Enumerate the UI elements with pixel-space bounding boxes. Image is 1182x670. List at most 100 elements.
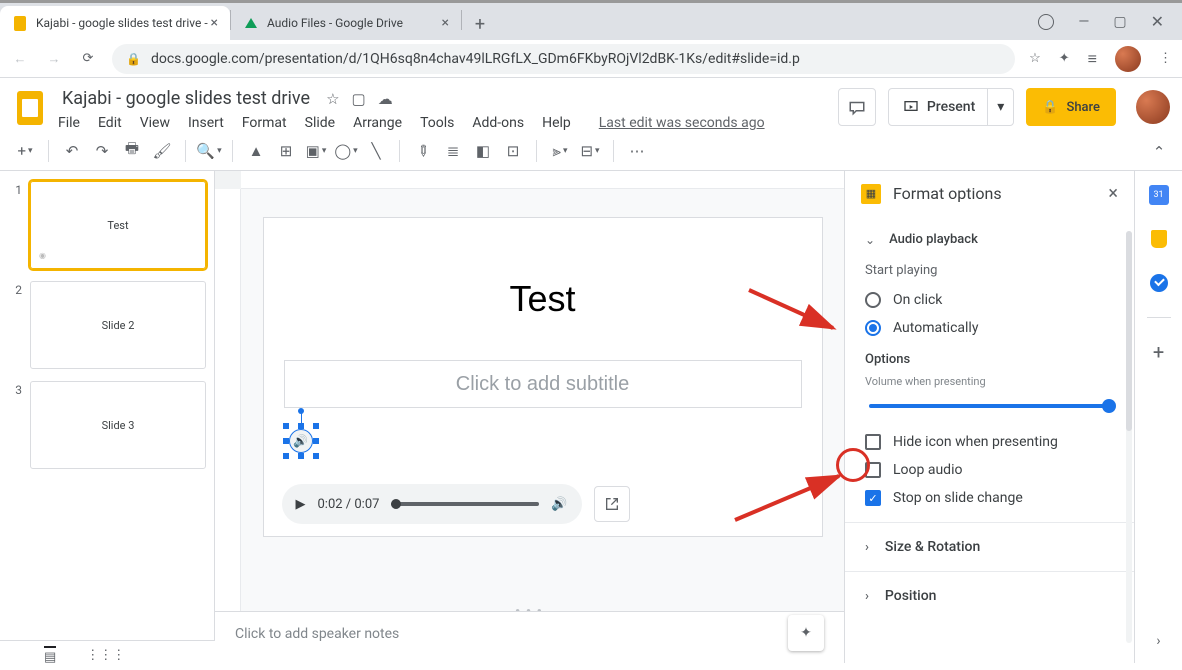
textbox-tool[interactable]: ⊞ [273, 138, 299, 164]
checkbox-icon [865, 462, 881, 478]
line-tool[interactable]: ╲ [363, 138, 389, 164]
horizontal-ruler[interactable] [241, 171, 844, 189]
profile-avatar[interactable] [1115, 46, 1141, 72]
more-tools[interactable]: ⋯ [624, 138, 650, 164]
slide-stage[interactable]: Test Click to add subtitle 🔊 ▶ 0:02 / 0:… [241, 189, 844, 611]
forward-icon[interactable]: → [44, 51, 64, 67]
checkbox-loop-audio[interactable]: Loop audio [865, 456, 1114, 484]
menu-edit[interactable]: Edit [98, 115, 122, 131]
checkbox-hide-icon[interactable]: Hide icon when presenting [865, 428, 1114, 456]
undo-button[interactable]: ↶ [59, 138, 85, 164]
maximize-icon[interactable]: ▢ [1113, 14, 1126, 30]
reading-list-icon[interactable]: ≡ [1088, 49, 1097, 69]
vertical-ruler[interactable] [215, 189, 241, 611]
menu-insert[interactable]: Insert [188, 115, 224, 131]
account-indicator-icon[interactable] [1038, 14, 1054, 30]
comments-button[interactable] [838, 88, 876, 126]
add-addon-icon[interactable]: + [1149, 342, 1169, 362]
close-icon[interactable]: × [442, 15, 449, 31]
url-input[interactable]: 🔒 docs.google.com/presentation/d/1QH6sq8… [112, 44, 1015, 74]
align-button[interactable]: ⫸ [547, 138, 573, 164]
subtitle-placeholder[interactable]: Click to add subtitle [284, 360, 802, 408]
redo-button[interactable]: ↷ [89, 138, 115, 164]
radio-on-click[interactable]: On click [865, 286, 1114, 314]
doc-title[interactable]: Kajabi - google slides test drive [58, 86, 314, 111]
app-header: Kajabi - google slides test drive ☆ ▢ ☁ … [0, 78, 1182, 131]
mask-image-button[interactable]: ◧ [470, 138, 496, 164]
reload-icon[interactable]: ⟳ [78, 51, 98, 66]
star-doc-icon[interactable]: ☆ [326, 90, 339, 108]
print-button[interactable]: 🖶 [119, 138, 145, 164]
filmstrip-view-icon[interactable]: ▤ [44, 646, 56, 665]
new-slide-button[interactable]: + [12, 138, 38, 164]
collapse-toolbar-icon[interactable]: ⌃ [1146, 139, 1172, 165]
star-icon[interactable]: ☆ [1029, 51, 1041, 66]
image-tool[interactable]: ▣ [303, 138, 329, 164]
tasks-icon[interactable] [1149, 273, 1169, 293]
browser-tab-1[interactable]: Kajabi - google slides test drive - × [0, 6, 230, 40]
menu-addons[interactable]: Add-ons [472, 115, 524, 131]
format-options-button[interactable]: ≣ [440, 138, 466, 164]
account-avatar[interactable] [1136, 90, 1170, 124]
close-window-icon[interactable]: ✕ [1151, 12, 1164, 31]
window-controls: — ▢ ✕ [1038, 3, 1182, 40]
slide-thumbnail-1[interactable]: Test ◉ [30, 181, 206, 269]
reset-image-button[interactable]: ⊡ [500, 138, 526, 164]
last-edit-link[interactable]: Last edit was seconds ago [599, 115, 765, 131]
collapse-sidepanel-icon[interactable]: › [1156, 633, 1160, 649]
paint-format-button[interactable]: 🖌 [149, 138, 175, 164]
slide-thumbnail-3[interactable]: Slide 3 [30, 381, 206, 469]
keep-icon[interactable] [1149, 229, 1169, 249]
shape-tool[interactable]: ◯ [333, 138, 359, 164]
grid-view-icon[interactable]: ⋮⋮⋮ [86, 648, 125, 663]
size-rotation-section[interactable]: › Size & Rotation [845, 522, 1134, 571]
slide-filmstrip[interactable]: 1 Test ◉ 2 Slide 2 3 Slide 3 [0, 171, 215, 663]
present-button[interactable]: Present ▾ [888, 88, 1014, 126]
seek-slider[interactable] [391, 502, 539, 506]
menu-tools[interactable]: Tools [420, 115, 454, 131]
move-doc-icon[interactable]: ▢ [352, 90, 366, 108]
audio-player[interactable]: ▶ 0:02 / 0:07 🔊 [282, 484, 582, 524]
volume-label: Volume when presenting [865, 375, 1114, 388]
menu-slide[interactable]: Slide [305, 115, 335, 131]
browser-tab-2[interactable]: Audio Files - Google Drive × [231, 6, 461, 40]
menu-format[interactable]: Format [242, 115, 287, 131]
panel-scrollbar[interactable] [1126, 231, 1132, 643]
share-button[interactable]: 🔒 Share [1026, 88, 1116, 126]
slide-title-text[interactable]: Test [264, 278, 822, 320]
slide-thumbnail-2[interactable]: Slide 2 [30, 281, 206, 369]
browser-menu-icon[interactable]: ⋮ [1159, 51, 1172, 66]
menu-file[interactable]: File [58, 115, 80, 131]
cloud-status-icon[interactable]: ☁ [378, 90, 393, 108]
slides-logo[interactable] [12, 86, 48, 130]
speaker-notes[interactable]: Click to add speaker notes ✦ [215, 611, 844, 663]
checkbox-stop-on-change[interactable]: ✓ Stop on slide change [865, 484, 1114, 512]
volume-slider[interactable] [869, 404, 1110, 408]
replace-image-button[interactable]: ✎ [405, 132, 442, 169]
menu-view[interactable]: View [140, 115, 170, 131]
toolbar: + ↶ ↷ 🖶 🖌 🔍 ▲ ⊞ ▣ ◯ ╲ ✎ ≣ ◧ ⊡ ⫸ ⊟ ⋯ ⌃ [0, 131, 1182, 171]
menu-arrange[interactable]: Arrange [353, 115, 402, 131]
popout-button[interactable] [594, 486, 630, 522]
play-icon[interactable]: ▶ [296, 497, 306, 512]
new-tab-button[interactable]: + [466, 10, 494, 38]
volume-icon[interactable]: 🔊 [551, 497, 567, 512]
calendar-icon[interactable]: 31 [1149, 185, 1169, 205]
extensions-icon[interactable]: ✦ [1059, 51, 1070, 66]
minimize-icon[interactable]: — [1078, 14, 1089, 30]
audio-playback-section[interactable]: ⌄ Audio playback [865, 226, 1114, 253]
position-section[interactable]: › Position [845, 571, 1134, 620]
zoom-button[interactable]: 🔍 [196, 138, 222, 164]
slide-canvas[interactable]: Test Click to add subtitle 🔊 ▶ 0:02 / 0:… [263, 217, 823, 537]
arrange-button[interactable]: ⊟ [577, 138, 603, 164]
close-panel-icon[interactable]: × [1108, 183, 1118, 204]
present-dropdown[interactable]: ▾ [987, 89, 1013, 125]
menu-help[interactable]: Help [542, 115, 571, 131]
radio-automatically[interactable]: Automatically [865, 314, 1114, 342]
explore-button[interactable]: ✦ [788, 615, 824, 651]
close-icon[interactable]: × [211, 15, 218, 31]
back-icon[interactable]: ← [10, 51, 30, 67]
audio-object-selected[interactable]: 🔊 [286, 426, 316, 456]
select-tool[interactable]: ▲ [243, 138, 269, 164]
options-label: Options [865, 352, 1114, 367]
